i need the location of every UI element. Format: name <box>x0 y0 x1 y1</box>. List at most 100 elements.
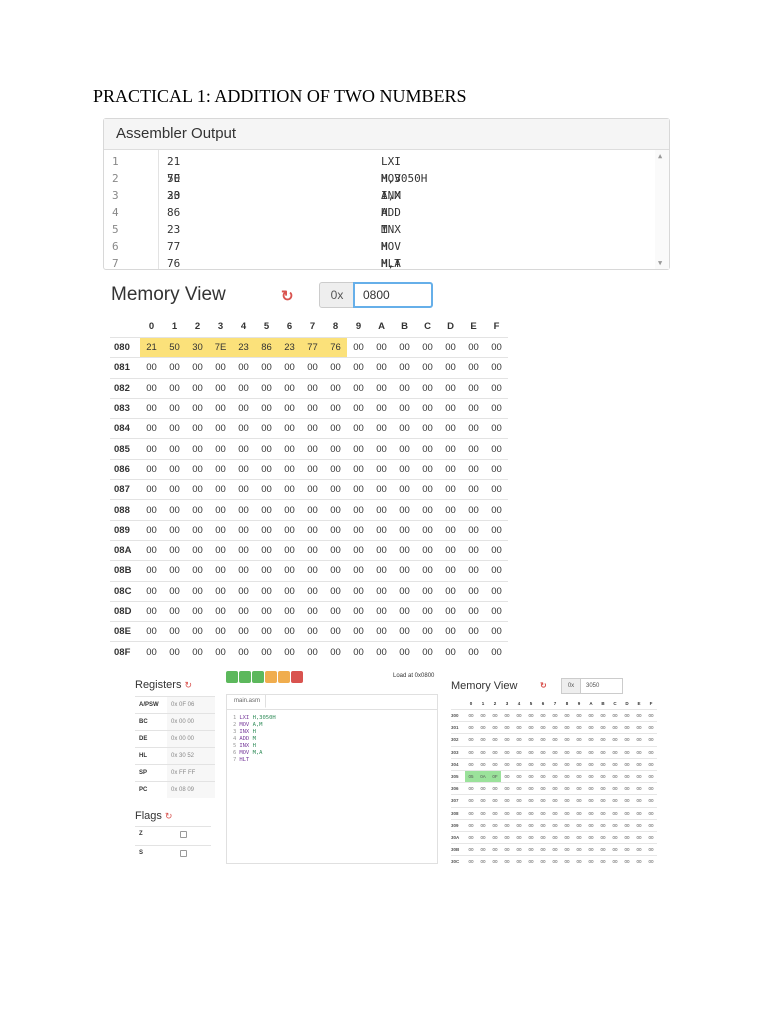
memory-cell: 00 <box>485 418 508 439</box>
memory-cell: 00 <box>347 479 370 500</box>
memory-cell: 00 <box>186 499 209 521</box>
memory-small-cell: 00 <box>465 757 477 771</box>
memory-cell: 00 <box>301 580 324 602</box>
code-line-number: 5 <box>233 743 237 749</box>
scroll-down-icon[interactable]: ▼ <box>658 259 662 267</box>
memory-small-cell: 00 <box>561 757 573 771</box>
memory-small-cell: 00 <box>621 830 633 844</box>
code-operand: H,3050H <box>252 715 276 721</box>
register-value[interactable]: 0x 30 52 <box>167 747 215 765</box>
memory-small-cell: 00 <box>609 818 621 832</box>
run-icon[interactable] <box>252 671 264 683</box>
hex-bytes: 7E <box>167 172 181 185</box>
step-icon[interactable] <box>239 671 251 683</box>
memory-small-row: 309 00 00 00 00 00 00 00 00 00 00 00 00 00 00 00 00 <box>451 818 657 832</box>
tab-main-asm[interactable]: main.asm <box>229 695 267 708</box>
code-operand: H <box>252 743 256 749</box>
memory-small-cell: 00 <box>573 855 585 868</box>
memory-small-cell: 00 <box>477 782 489 795</box>
memory-cell: 00 <box>324 499 347 521</box>
memory-small-cell: 00 <box>513 818 525 832</box>
memory-small-header-row: 0 1 2 3 4 5 6 7 8 9 A B C D E F <box>451 697 657 710</box>
register-value[interactable]: 0x 08 09 <box>167 781 215 798</box>
memory-small-cell: 00 <box>465 855 477 868</box>
memory-small-column-header: 3 <box>505 700 509 706</box>
download-icon[interactable] <box>226 671 238 683</box>
scroll-up-icon[interactable]: ▲ <box>658 152 662 160</box>
flag-checkbox[interactable] <box>180 831 187 838</box>
memory-cell: 00 <box>232 600 255 622</box>
register-value[interactable]: 0x 00 00 <box>167 713 215 731</box>
memory-small-cell: 00 <box>585 830 597 844</box>
memory-small-cell: 00 <box>549 818 561 832</box>
memory-small-cell: 00 <box>609 708 621 722</box>
pause-icon[interactable] <box>265 671 277 683</box>
memory-row-address: 080 <box>110 336 140 358</box>
reset-icon[interactable] <box>291 671 303 683</box>
memory-cell: 00 <box>186 560 209 582</box>
memory-small-cell: 00 <box>525 769 537 783</box>
memory-small-cell: 00 <box>621 708 633 722</box>
code-editor[interactable]: main.asm 1 LXI H,3050H 2 MOV A,M 3 INX H 4 ADD … <box>226 694 438 864</box>
refresh-icon[interactable]: ↻ <box>184 680 192 690</box>
memory-small-cell: 00 <box>561 794 573 807</box>
memory-small-cell: 00 <box>621 721 633 734</box>
memory-column-header: 6 <box>286 320 293 332</box>
address-input-small[interactable]: 3050 <box>580 678 623 694</box>
flag-name: Z <box>139 831 143 837</box>
memory-cell: 00 <box>393 377 416 399</box>
register-value[interactable]: 0x 00 00 <box>167 730 215 748</box>
memory-cell: 00 <box>462 397 485 419</box>
memory-cell: 00 <box>370 458 393 480</box>
memory-cell: 00 <box>278 499 301 521</box>
scrollbar[interactable]: ▲ ▼ <box>655 150 669 269</box>
code-line: 7 HLT <box>233 757 249 764</box>
refresh-icon[interactable]: ↻ <box>281 287 294 305</box>
stop-icon[interactable] <box>278 671 290 683</box>
memory-small-cell: 00 <box>573 769 585 783</box>
memory-cell: 00 <box>462 641 485 662</box>
memory-cell: 00 <box>140 418 163 439</box>
memory-cell: 00 <box>301 458 324 480</box>
address-input[interactable] <box>353 282 433 308</box>
memory-cell: 00 <box>439 397 462 419</box>
memory-cell: 00 <box>140 600 163 622</box>
address-prefix: 0x <box>319 282 355 308</box>
memory-small-cell: 00 <box>525 757 537 771</box>
refresh-icon[interactable]: ↻ <box>540 681 547 690</box>
memory-cell: 00 <box>255 397 278 419</box>
memory-cell: 00 <box>393 519 416 541</box>
code-line-number: 7 <box>233 757 237 763</box>
memory-small-cell: 00 <box>537 708 549 722</box>
memory-column-header: 3 <box>217 320 224 332</box>
memory-small-cell: 00 <box>513 782 525 795</box>
memory-row-address: 085 <box>110 438 140 460</box>
memory-row-address: 08B <box>110 560 140 582</box>
assembler-output-body[interactable]: ▲ ▼ 1 21 50 30 LXI H,3050H 2 7E MOV A,M 3 23 INX… <box>104 150 669 269</box>
memory-small-cell: 00 <box>525 733 537 747</box>
memory-small-cell: 00 <box>609 855 621 868</box>
memory-small-cell: 00 <box>585 818 597 832</box>
refresh-icon[interactable]: ↻ <box>165 811 173 821</box>
memory-cell: 00 <box>278 418 301 439</box>
memory-cell: 00 <box>255 621 278 642</box>
registers-title: Registers ↻ <box>135 679 192 691</box>
memory-small-cell: 00 <box>537 721 549 734</box>
memory-small-cell: 00 <box>513 794 525 807</box>
memory-cell: 00 <box>393 479 416 500</box>
memory-cell: 00 <box>232 397 255 419</box>
register-value[interactable]: 0x FF FF <box>167 764 215 782</box>
register-row: BC 0x 00 00 <box>135 713 215 731</box>
memory-cell: 00 <box>439 539 462 561</box>
tab-divider <box>227 709 437 710</box>
memory-small-cell: 00 <box>645 769 657 783</box>
memory-small-cell: 00 <box>525 830 537 844</box>
register-name: DE <box>135 730 167 748</box>
register-value[interactable]: 0x 0F 06 <box>167 696 215 714</box>
memory-small-cell: 00 <box>573 745 585 759</box>
memory-small-cell: 00 <box>621 818 633 832</box>
memory-cell: 00 <box>232 519 255 541</box>
flag-checkbox[interactable] <box>180 850 187 857</box>
memory-cell: 00 <box>485 519 508 541</box>
memory-cell: 00 <box>278 600 301 622</box>
